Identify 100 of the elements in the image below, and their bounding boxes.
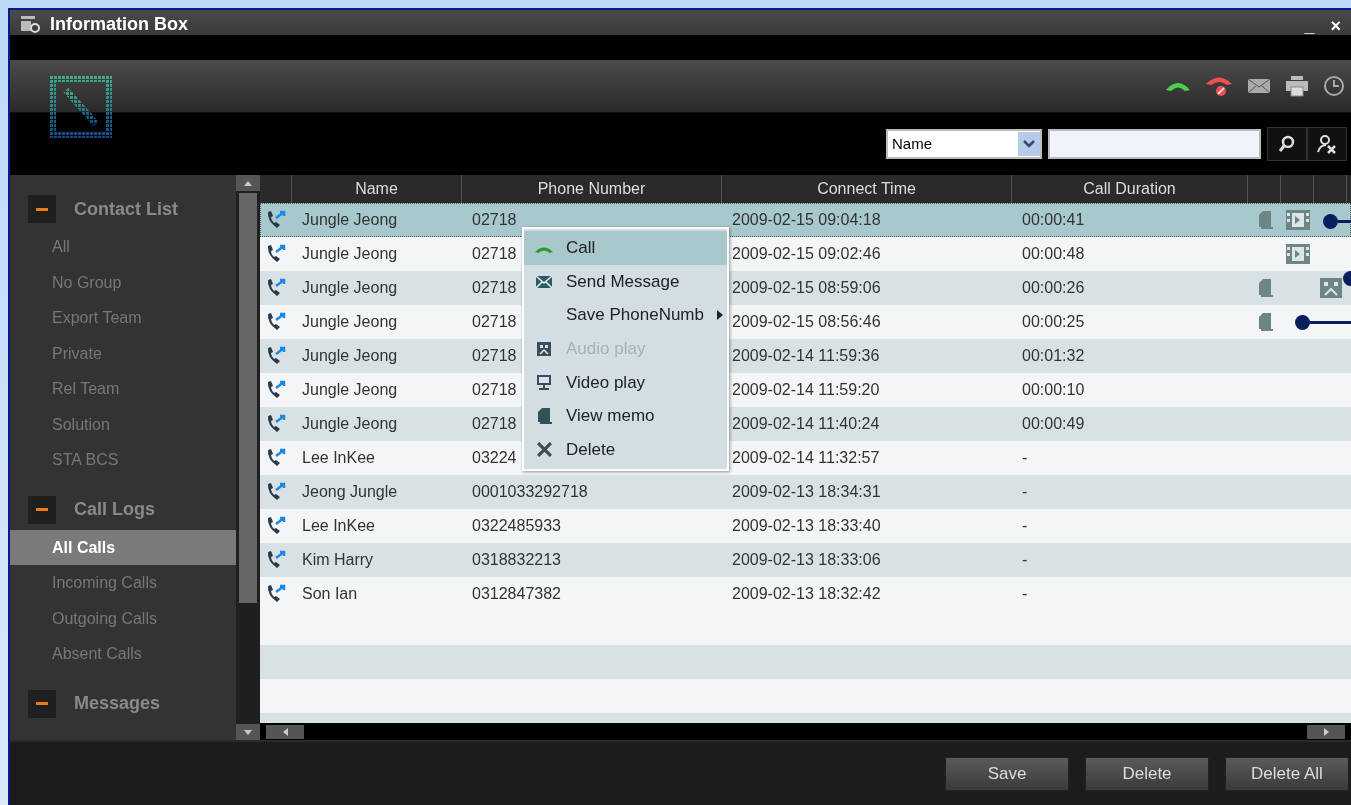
collapse-toggle[interactable] bbox=[28, 195, 56, 223]
chevron-down-icon bbox=[1023, 139, 1035, 148]
outgoing-call-icon bbox=[265, 481, 287, 503]
outgoing-call-icon bbox=[265, 277, 287, 299]
phone-cell: 0322485933 bbox=[472, 517, 561, 535]
duration-cell: 00:00:49 bbox=[1022, 415, 1085, 433]
printer-icon[interactable] bbox=[1285, 75, 1309, 97]
time-cell: 2009-02-15 09:04:18 bbox=[732, 211, 881, 229]
duration-cell: 00:00:25 bbox=[1022, 313, 1085, 331]
menu-item-icon bbox=[536, 442, 552, 458]
search-field-dropdown[interactable]: Name bbox=[886, 128, 1042, 159]
scroll-up-icon[interactable] bbox=[244, 180, 252, 186]
duration-cell: - bbox=[1022, 483, 1028, 501]
phone-cell: 02718 bbox=[472, 313, 517, 331]
call-log-row[interactable]: Lee InKee 0322485933 2009-02-13 18:33:40 - bbox=[260, 509, 1351, 543]
name-cell: Jungle Jeong bbox=[302, 245, 398, 263]
time-cell: 2009-02-14 11:59:36 bbox=[732, 347, 880, 365]
menu-item-icon bbox=[535, 274, 553, 289]
horizontal-scrollbar[interactable] bbox=[260, 723, 1351, 740]
collapse-toggle[interactable] bbox=[28, 689, 56, 718]
scroll-down-icon[interactable] bbox=[244, 729, 252, 735]
name-cell: Jungle Jeong bbox=[302, 347, 398, 365]
call-log-row[interactable]: Kim Harry 0318832213 2009-02-13 18:33:06 - bbox=[260, 543, 1351, 577]
call-log-row[interactable]: Son Ian 0312847382 2009-02-13 18:32:42 - bbox=[260, 577, 1351, 611]
duration-cell: - bbox=[1022, 551, 1028, 569]
footer-button[interactable]: Save bbox=[945, 756, 1069, 791]
film-icon[interactable] bbox=[1284, 209, 1311, 231]
time-cell: 2009-02-15 08:56:46 bbox=[732, 313, 881, 331]
phone-logo-icon bbox=[50, 76, 112, 138]
leader-line bbox=[1323, 214, 1351, 229]
scroll-left-icon[interactable] bbox=[282, 727, 288, 736]
duration-cell: 00:00:48 bbox=[1022, 245, 1085, 263]
time-cell: 2009-02-14 11:40:24 bbox=[732, 415, 880, 433]
duration-cell: 00:00:10 bbox=[1022, 381, 1085, 399]
sidebar-item[interactable]: All Calls bbox=[10, 529, 236, 565]
time-cell: 2009-02-15 09:02:46 bbox=[732, 245, 881, 263]
time-cell: 2009-02-13 18:33:06 bbox=[732, 551, 881, 569]
name-cell: Jungle Jeong bbox=[302, 415, 398, 433]
sad-face-icon[interactable] bbox=[1318, 277, 1343, 299]
sidebar-group-title[interactable]: Contact List bbox=[74, 198, 178, 220]
envelope-icon[interactable] bbox=[1247, 77, 1271, 95]
menu-item-icon bbox=[536, 407, 552, 426]
phone-cell: 02718 bbox=[472, 211, 517, 229]
person-x-icon bbox=[1316, 133, 1338, 154]
outgoing-call-icon bbox=[265, 583, 287, 605]
outgoing-call-icon bbox=[265, 515, 287, 537]
time-cell: 2009-02-13 18:34:31 bbox=[732, 483, 881, 501]
menu-item-icon bbox=[536, 340, 552, 357]
time-cell: 2009-02-13 18:33:40 bbox=[732, 517, 881, 535]
name-cell: Jungle Jeong bbox=[302, 211, 398, 229]
name-cell: Jeong Jungle bbox=[302, 483, 398, 501]
call-log-row[interactable]: Jeong Jungle 0001033292718 2009-02-13 18:34:31 - bbox=[260, 475, 1351, 509]
window-title: Information Box bbox=[50, 13, 189, 35]
outgoing-call-icon bbox=[265, 379, 287, 401]
duration-cell: - bbox=[1022, 449, 1028, 467]
name-cell: Kim Harry bbox=[302, 551, 374, 569]
menu-item[interactable]: Call bbox=[524, 231, 727, 265]
call-log-row[interactable]: Jungle Jeong 02718 2009-02-15 09:04:18 00:00:41 bbox=[260, 203, 1351, 237]
phone-cell: 0001033292718 bbox=[472, 483, 588, 501]
name-cell: Jungle Jeong bbox=[302, 313, 398, 331]
time-cell: 2009-02-13 18:32:42 bbox=[732, 585, 881, 603]
phone-cell: 02718 bbox=[472, 347, 517, 365]
clock-icon[interactable] bbox=[1323, 75, 1345, 97]
outgoing-call-icon bbox=[265, 243, 287, 265]
time-cell: 2009-02-15 08:59:06 bbox=[732, 279, 881, 297]
window-gear-icon bbox=[20, 14, 42, 34]
time-cell: 2009-02-14 11:32:57 bbox=[732, 449, 880, 467]
clear-search-button[interactable] bbox=[1307, 126, 1347, 161]
phone-cell: 03224 bbox=[472, 449, 517, 467]
search-icon bbox=[1278, 134, 1296, 153]
name-cell: Lee InKee bbox=[302, 449, 375, 467]
name-cell: Son Ian bbox=[302, 585, 358, 603]
film-icon[interactable] bbox=[1284, 243, 1311, 265]
phone-cell: 02718 bbox=[472, 279, 517, 297]
footer-button[interactable]: Delete All bbox=[1225, 756, 1349, 791]
outgoing-call-icon bbox=[265, 447, 287, 469]
time-cell: 2009-02-14 11:59:20 bbox=[732, 381, 880, 399]
sidebar-group-title[interactable]: Messages bbox=[74, 693, 161, 714]
menu-item-icon bbox=[536, 374, 552, 392]
duration-cell: 00:01:32 bbox=[1022, 347, 1085, 365]
vertical-scrollbar[interactable] bbox=[236, 175, 260, 740]
duration-cell: - bbox=[1022, 517, 1028, 535]
outgoing-call-icon bbox=[265, 311, 287, 333]
outgoing-call-icon bbox=[265, 345, 287, 367]
close-button[interactable]: × bbox=[1326, 15, 1345, 37]
footer-button[interactable]: Delete bbox=[1085, 756, 1209, 791]
search-button[interactable] bbox=[1267, 126, 1307, 161]
name-cell: Jungle Jeong bbox=[302, 381, 398, 399]
duration-cell: 00:00:41 bbox=[1022, 211, 1085, 229]
minimize-button[interactable]: _ bbox=[1300, 15, 1319, 37]
duration-cell: 00:00:26 bbox=[1022, 279, 1085, 297]
duration-cell: - bbox=[1022, 585, 1028, 603]
name-cell: Lee InKee bbox=[302, 517, 375, 535]
leader-line bbox=[1295, 315, 1351, 330]
sidebar-group-title[interactable]: Call Logs bbox=[74, 499, 155, 520]
collapse-toggle[interactable] bbox=[28, 495, 56, 524]
search-field[interactable] bbox=[1048, 128, 1261, 159]
name-cell: Jungle Jeong bbox=[302, 279, 398, 297]
scroll-right-icon[interactable] bbox=[1323, 727, 1329, 736]
outgoing-call-icon bbox=[265, 549, 287, 571]
